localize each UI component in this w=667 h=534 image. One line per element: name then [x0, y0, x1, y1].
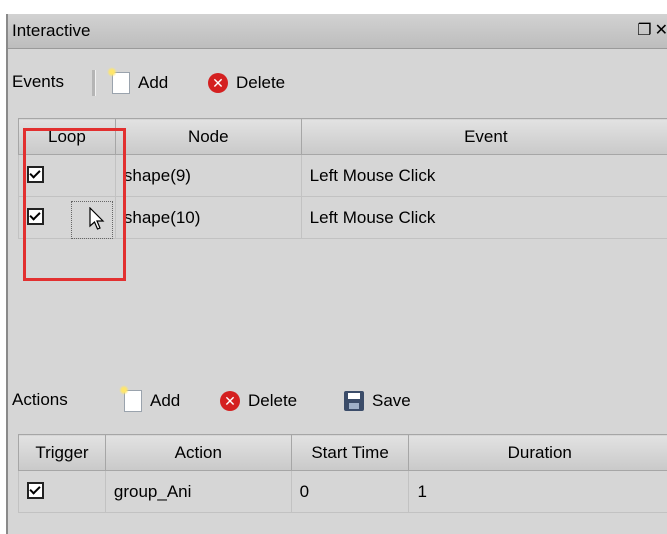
actions-label: Actions [12, 390, 68, 409]
events-add-button[interactable]: Add [107, 67, 169, 96]
actions-save-label: Save [372, 391, 411, 410]
table-row[interactable]: group_Ani 0 1 [18, 470, 667, 513]
checkbox-checked-icon[interactable] [27, 165, 44, 183]
add-document-icon [119, 385, 142, 412]
floppy-save-icon [344, 391, 364, 411]
actions-delete-button[interactable]: ✕ Delete [220, 388, 297, 414]
events-toolbar: Events Add ✕ Delete [8, 62, 667, 102]
column-header-action[interactable]: Action [104, 434, 292, 471]
add-document-icon [107, 67, 130, 94]
delete-icon: ✕ [208, 73, 228, 93]
start-time-cell[interactable]: 0 [290, 470, 410, 513]
node-cell[interactable]: shape(9) [114, 154, 302, 197]
event-cell[interactable]: Left Mouse Click [300, 154, 667, 197]
toolbar-separator [92, 70, 96, 96]
loop-cell[interactable] [18, 196, 116, 239]
actions-toolbar: Actions Add ✕ Delete Save [8, 380, 667, 420]
panel-window-buttons[interactable]: ❐✕ [637, 20, 667, 40]
actions-delete-label: Delete [248, 391, 298, 410]
events-add-label: Add [138, 73, 169, 92]
interactive-panel: Interactive ❐✕ Events Add ✕ Delete Loop … [6, 14, 667, 534]
trigger-cell[interactable] [18, 470, 106, 513]
events-delete-button[interactable]: ✕ Delete [208, 70, 285, 96]
events-header-row: Loop Node Event [18, 118, 667, 155]
events-delete-label: Delete [236, 73, 286, 92]
checkbox-checked-icon[interactable] [27, 481, 44, 499]
actions-save-button[interactable]: Save [344, 388, 411, 414]
actions-add-button[interactable]: Add [119, 385, 181, 414]
actions-header-row: Trigger Action Start Time Duration [18, 434, 667, 471]
column-header-trigger[interactable]: Trigger [18, 434, 106, 471]
node-cell[interactable]: shape(10) [114, 196, 302, 239]
column-header-event[interactable]: Event [300, 118, 667, 155]
column-header-duration[interactable]: Duration [408, 434, 667, 471]
events-table: Loop Node Event shape(9) Left Mouse Clic… [18, 118, 667, 239]
events-label: Events [12, 72, 64, 91]
loop-cell[interactable] [18, 154, 116, 197]
panel-title: Interactive [12, 21, 91, 40]
column-header-node[interactable]: Node [114, 118, 302, 155]
event-cell[interactable]: Left Mouse Click [300, 196, 667, 239]
delete-icon: ✕ [220, 391, 240, 411]
actions-add-label: Add [150, 391, 181, 410]
table-row[interactable]: shape(9) Left Mouse Click [18, 154, 667, 197]
column-header-loop[interactable]: Loop [18, 118, 116, 155]
duration-cell[interactable]: 1 [408, 470, 667, 513]
table-row[interactable]: shape(10) Left Mouse Click [18, 196, 667, 239]
column-header-start-time[interactable]: Start Time [290, 434, 410, 471]
panel-titlebar: Interactive ❐✕ [8, 14, 667, 49]
actions-table: Trigger Action Start Time Duration group… [18, 434, 667, 513]
mouse-pointer-icon [89, 207, 105, 230]
action-cell[interactable]: group_Ani [104, 470, 292, 513]
checkbox-checked-icon[interactable] [27, 207, 44, 225]
